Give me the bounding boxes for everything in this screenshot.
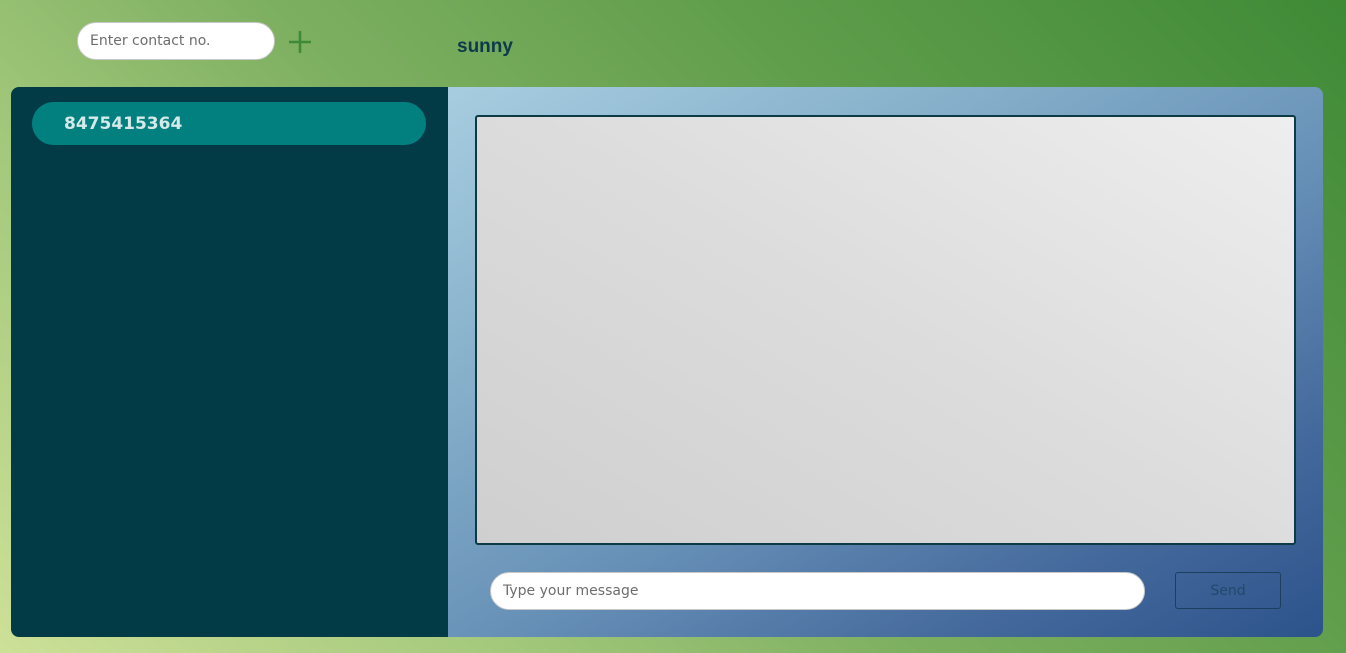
plus-icon — [289, 31, 311, 53]
message-input[interactable] — [490, 572, 1145, 610]
contact-number-input[interactable] — [77, 22, 275, 60]
current-user-name: sunny — [457, 36, 513, 57]
contact-item-label: 8475415364 — [64, 113, 183, 134]
message-window[interactable] — [475, 115, 1296, 545]
send-button[interactable]: Send — [1175, 572, 1281, 609]
contact-item[interactable]: 8475415364 — [32, 102, 426, 145]
contacts-sidebar: 8475415364 — [11, 87, 448, 637]
add-contact-button[interactable] — [286, 28, 314, 56]
chat-app-panel: 8475415364 Send — [11, 87, 1323, 637]
chat-area: Send — [448, 87, 1323, 637]
